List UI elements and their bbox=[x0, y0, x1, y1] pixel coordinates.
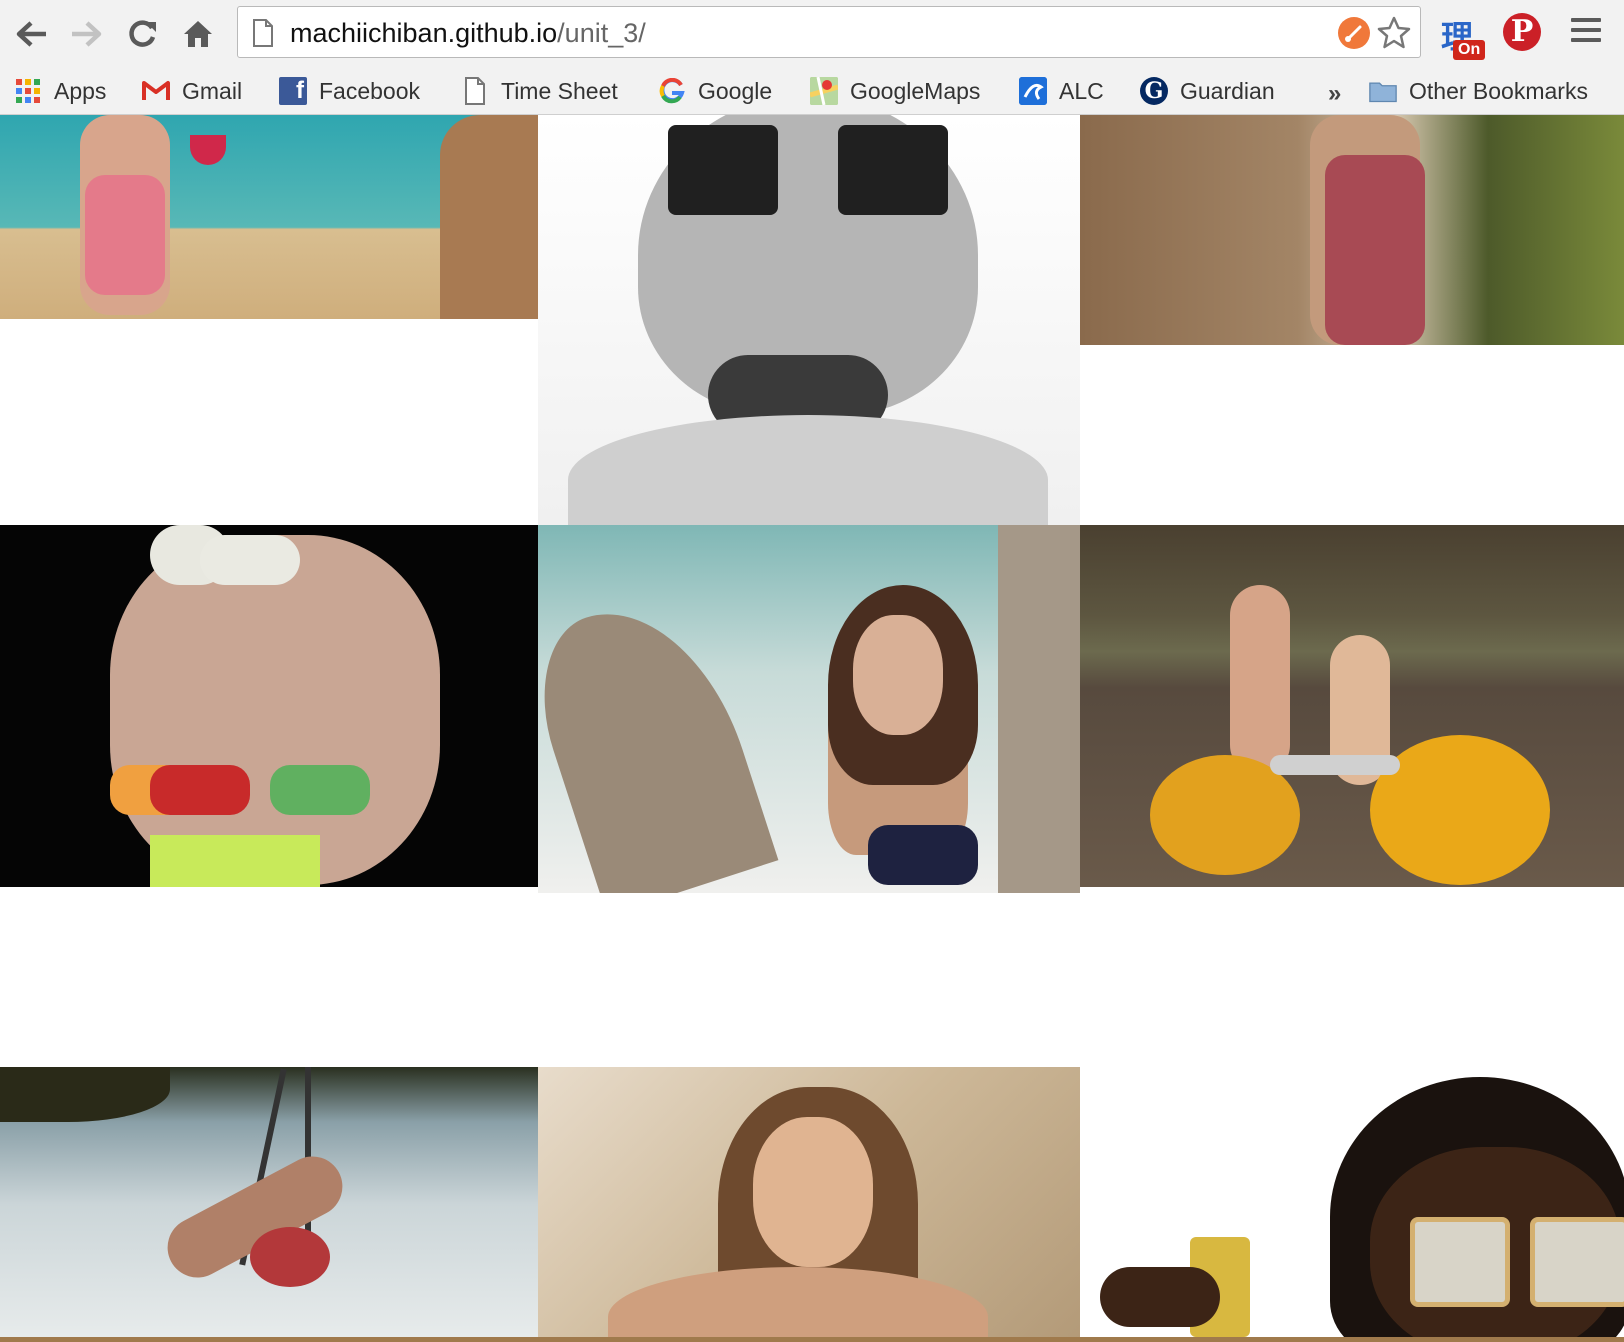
bookmark-google[interactable]: Google bbox=[658, 74, 772, 108]
guardian-icon: G bbox=[1140, 77, 1168, 105]
bookmark-label: ALC bbox=[1059, 77, 1104, 104]
reload-icon bbox=[129, 20, 156, 47]
chrome-menu-icon[interactable] bbox=[1571, 18, 1601, 46]
gallery-photo[interactable] bbox=[538, 115, 1080, 525]
reload-button[interactable] bbox=[124, 16, 160, 52]
bookmarks-bar: Apps Gmail f Facebook Time Sheet Google … bbox=[0, 68, 1624, 114]
folder-icon bbox=[1369, 77, 1397, 105]
url-text: machiichiban.github.io/unit_3/ bbox=[290, 19, 646, 47]
forward-arrow-icon bbox=[72, 21, 102, 47]
bookmark-label: Google bbox=[698, 77, 773, 104]
gallery-photo[interactable] bbox=[538, 525, 1080, 893]
bookmark-alc[interactable]: ALC bbox=[1019, 74, 1104, 108]
bookmark-guardian[interactable]: G Guardian bbox=[1140, 74, 1275, 108]
gallery-photo[interactable] bbox=[1080, 1067, 1624, 1342]
extension-brush-icon[interactable] bbox=[1338, 17, 1370, 49]
page-icon bbox=[253, 19, 273, 47]
bookmark-label: Apps bbox=[54, 77, 107, 104]
bookmark-other-bookmarks[interactable]: Other Bookmarks bbox=[1369, 74, 1588, 108]
home-button[interactable] bbox=[180, 16, 216, 52]
gallery-photo[interactable] bbox=[0, 1067, 538, 1342]
gallery-photo[interactable] bbox=[1080, 525, 1624, 887]
gallery-photo[interactable] bbox=[0, 115, 538, 319]
back-arrow-icon bbox=[16, 21, 46, 47]
gallery-photo[interactable] bbox=[538, 1067, 1080, 1342]
gallery-photo[interactable] bbox=[0, 525, 538, 887]
document-icon bbox=[461, 77, 489, 105]
bookmark-label: Facebook bbox=[319, 77, 421, 104]
bookmark-label: GoogleMaps bbox=[850, 77, 981, 104]
browser-chrome: machiichiban.github.io/unit_3/ 理 On P Ap… bbox=[0, 0, 1624, 115]
bookmark-facebook[interactable]: f Facebook bbox=[279, 74, 420, 108]
bookmark-label: Guardian bbox=[1180, 77, 1275, 104]
browser-toolbar: machiichiban.github.io/unit_3/ 理 On P bbox=[0, 0, 1624, 68]
bookmark-label: Time Sheet bbox=[501, 77, 618, 104]
bookmark-star-icon[interactable] bbox=[1376, 15, 1412, 51]
photo-gallery bbox=[0, 115, 1624, 1342]
bookmark-time-sheet[interactable]: Time Sheet bbox=[461, 74, 618, 108]
gmail-icon bbox=[142, 77, 170, 105]
bookmark-label: Gmail bbox=[182, 77, 243, 104]
url-host: machiichiban.github.io bbox=[290, 18, 558, 48]
address-bar[interactable]: machiichiban.github.io/unit_3/ bbox=[237, 6, 1421, 58]
bookmark-apps[interactable]: Apps bbox=[14, 74, 106, 108]
kanji-extension-icon[interactable]: 理 On bbox=[1437, 8, 1487, 64]
google-icon bbox=[658, 77, 686, 105]
bookmark-label: Other Bookmarks bbox=[1409, 77, 1588, 104]
home-icon bbox=[184, 21, 212, 47]
facebook-icon: f bbox=[279, 77, 307, 105]
kanji-on-badge: On bbox=[1453, 40, 1486, 60]
apps-grid-icon bbox=[14, 77, 42, 105]
gallery-photo[interactable] bbox=[1080, 115, 1624, 345]
bottom-edge bbox=[0, 1337, 1624, 1342]
alc-icon bbox=[1019, 77, 1047, 105]
pinterest-icon[interactable]: P bbox=[1503, 13, 1541, 51]
back-button[interactable] bbox=[14, 16, 50, 52]
more-bookmarks-chevron-icon[interactable]: » bbox=[1328, 80, 1341, 108]
google-maps-icon bbox=[810, 77, 838, 105]
bookmark-googlemaps[interactable]: GoogleMaps bbox=[810, 74, 980, 108]
bookmark-gmail[interactable]: Gmail bbox=[142, 74, 242, 108]
forward-button[interactable] bbox=[68, 16, 104, 52]
url-path: /unit_3/ bbox=[557, 18, 646, 48]
